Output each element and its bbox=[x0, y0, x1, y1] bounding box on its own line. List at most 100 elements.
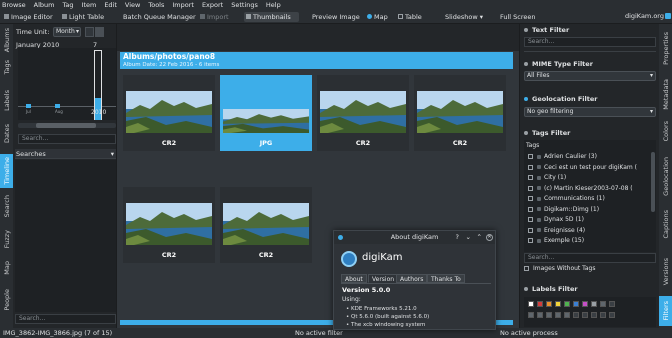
menu-export[interactable]: Export bbox=[202, 1, 223, 9]
tab-geolocation[interactable]: Geolocation bbox=[659, 152, 672, 200]
tag-checkbox[interactable] bbox=[528, 238, 533, 243]
scale-log-button[interactable] bbox=[95, 27, 104, 37]
tags-search-input[interactable]: Search... bbox=[524, 253, 656, 263]
label-swatch[interactable] bbox=[537, 301, 543, 307]
tab-fuzzy[interactable]: Fuzzy bbox=[0, 227, 13, 251]
tag-filter-item[interactable]: City (1) bbox=[528, 173, 566, 182]
tab-labels[interactable]: Labels bbox=[0, 86, 13, 114]
tag-filter-item[interactable]: Exemple (15) bbox=[528, 236, 584, 245]
without-tags-checkbox[interactable] bbox=[524, 266, 529, 271]
tab-timeline[interactable]: Timeline bbox=[0, 154, 13, 188]
menu-import[interactable]: Import bbox=[172, 1, 194, 9]
map-button[interactable]: Map bbox=[365, 12, 390, 22]
tag-checkbox[interactable] bbox=[528, 227, 533, 233]
rating-swatch[interactable] bbox=[546, 312, 552, 318]
dialog-tab-authors[interactable]: Authors bbox=[396, 274, 428, 283]
thumbnail-item[interactable]: CR2 bbox=[220, 187, 312, 263]
tag-filter-item[interactable]: Ceci est un test pour digiKam ( bbox=[528, 163, 637, 172]
tag-filter-item[interactable]: Ereignisse (4) bbox=[528, 226, 585, 235]
menu-item[interactable]: Item bbox=[82, 1, 97, 9]
thumbnail-item[interactable]: JPG bbox=[220, 75, 312, 151]
tag-filter-item[interactable]: Digikam::Dimg (1) bbox=[528, 205, 599, 214]
tab-people[interactable]: People bbox=[0, 286, 13, 314]
tags-scrollbar[interactable] bbox=[651, 152, 655, 212]
menu-settings[interactable]: Settings bbox=[231, 1, 258, 9]
rating-swatch[interactable] bbox=[573, 312, 579, 318]
tab-versions[interactable]: Versions bbox=[659, 252, 672, 292]
tab-captions[interactable]: Captions bbox=[659, 204, 672, 244]
tab-dates[interactable]: Dates bbox=[0, 120, 13, 146]
label-swatch[interactable] bbox=[546, 301, 552, 307]
mime-filter-select[interactable]: All Files ▾ bbox=[524, 71, 656, 81]
without-tags-option[interactable]: Images Without Tags bbox=[524, 265, 595, 272]
geo-filter-select[interactable]: No geo filtering ▾ bbox=[524, 107, 656, 117]
tag-checkbox[interactable] bbox=[528, 164, 533, 170]
slideshow-button[interactable]: Slideshow ▾ bbox=[443, 12, 485, 22]
tags-filter-header[interactable]: Tags Filter bbox=[524, 128, 658, 138]
thumbnails-button[interactable]: Thumbnails bbox=[244, 12, 299, 22]
light-table-button[interactable]: Light Table bbox=[60, 12, 106, 22]
tag-checkbox[interactable] bbox=[528, 175, 533, 180]
timeline-scrollbar[interactable] bbox=[18, 123, 116, 128]
searches-header[interactable]: Searches ▾ bbox=[15, 149, 116, 159]
menu-album[interactable]: Album bbox=[34, 1, 55, 9]
searches-list[interactable] bbox=[15, 160, 116, 312]
tab-tags[interactable]: Tags bbox=[0, 56, 13, 78]
batch-queue-button[interactable]: Batch Queue Manager bbox=[121, 12, 198, 22]
tab-filters[interactable]: Filters bbox=[659, 296, 672, 326]
tag-checkbox[interactable] bbox=[528, 217, 533, 222]
tab-properties[interactable]: Properties bbox=[659, 28, 672, 68]
table-button[interactable]: Table bbox=[396, 12, 424, 22]
thumbnail-item[interactable]: CR2 bbox=[123, 187, 215, 263]
tab-search[interactable]: Search bbox=[0, 192, 13, 220]
menu-tools[interactable]: Tools bbox=[148, 1, 164, 9]
timeline-histogram[interactable]: Jul Aug 2010 bbox=[18, 48, 116, 120]
menu-view[interactable]: View bbox=[125, 1, 140, 9]
label-swatch[interactable] bbox=[564, 301, 570, 307]
label-swatch[interactable] bbox=[582, 301, 588, 307]
rating-swatch[interactable] bbox=[537, 312, 543, 318]
tag-filter-item[interactable]: Dynax 5D (1) bbox=[528, 215, 584, 224]
tag-checkbox[interactable] bbox=[528, 206, 533, 212]
tag-checkbox[interactable] bbox=[528, 196, 533, 201]
thumbnail-item[interactable]: CR2 bbox=[414, 75, 506, 151]
dialog-tab-thanks[interactable]: Thanks To bbox=[427, 274, 465, 283]
label-swatch[interactable] bbox=[609, 301, 615, 307]
menu-edit[interactable]: Edit bbox=[104, 1, 117, 9]
tag-checkbox[interactable] bbox=[528, 185, 533, 191]
rating-swatch[interactable] bbox=[555, 312, 561, 318]
label-swatch[interactable] bbox=[600, 301, 606, 307]
menu-tag[interactable]: Tag bbox=[63, 1, 74, 9]
tag-filter-item[interactable]: Communications (1) bbox=[528, 194, 605, 203]
timeline-search-input[interactable]: Search... bbox=[18, 134, 116, 144]
maximize-icon[interactable]: ⌃ bbox=[477, 231, 482, 244]
tab-colors[interactable]: Colors bbox=[659, 118, 672, 144]
tag-checkbox[interactable] bbox=[528, 154, 533, 159]
tag-filter-item[interactable]: (c) Martin Kieser2003-07-08 ( bbox=[528, 184, 633, 193]
rating-swatch[interactable] bbox=[600, 312, 606, 318]
label-swatch[interactable] bbox=[573, 301, 579, 307]
rating-swatch[interactable] bbox=[582, 312, 588, 318]
rating-swatch[interactable] bbox=[564, 312, 570, 318]
tab-albums[interactable]: Albums bbox=[0, 26, 13, 54]
tag-filter-item[interactable]: Adrien Caulier (3) bbox=[528, 152, 597, 161]
rating-swatch[interactable] bbox=[528, 312, 534, 318]
import-button[interactable]: Import bbox=[198, 12, 231, 22]
label-swatch[interactable] bbox=[591, 301, 597, 307]
text-filter-input[interactable]: Search... bbox=[524, 37, 656, 47]
thumbnail-item[interactable]: CR2 bbox=[123, 75, 215, 151]
text-filter-header[interactable]: Text Filter bbox=[524, 25, 658, 35]
rating-swatch[interactable] bbox=[591, 312, 597, 318]
rating-swatch[interactable] bbox=[609, 312, 615, 318]
preview-button[interactable]: Preview Image bbox=[310, 12, 362, 22]
label-swatch[interactable] bbox=[528, 301, 534, 307]
close-icon[interactable]: ✕ bbox=[486, 234, 493, 241]
mime-filter-header[interactable]: MIME Type Filter bbox=[524, 59, 658, 69]
fullscreen-button[interactable]: Full Screen bbox=[498, 12, 538, 22]
time-unit-select[interactable]: Month ▾ bbox=[53, 27, 81, 37]
tab-map[interactable]: Map bbox=[0, 258, 13, 278]
minimize-icon[interactable]: ⌄ bbox=[466, 231, 471, 244]
thumbnail-item[interactable]: CR2 bbox=[317, 75, 409, 151]
dialog-tab-version[interactable]: Version bbox=[368, 274, 399, 283]
label-swatch[interactable] bbox=[555, 301, 561, 307]
